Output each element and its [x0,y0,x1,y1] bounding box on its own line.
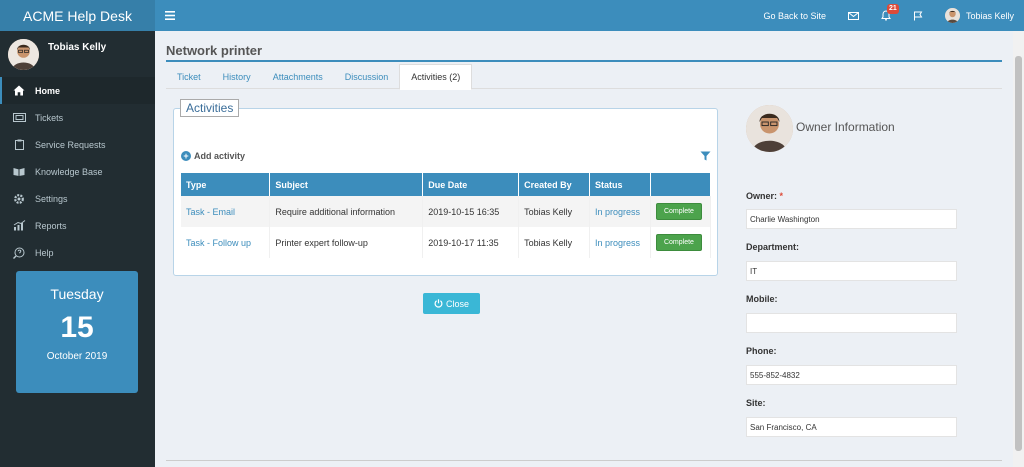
brand-logo[interactable]: ACME Help Desk [0,0,155,31]
main-content: Network printer Ticket History Attachmen… [155,31,1013,467]
scrollbar-thumb[interactable] [1015,56,1022,451]
calendar-widget: Tuesday 15 October 2019 [16,271,138,393]
column-header-type[interactable]: Type [181,173,271,196]
user-menu[interactable]: Tobias Kelly [934,0,1024,31]
sidebar-item-label: Knowledge Base [35,166,103,177]
sidebar-item-home[interactable]: Home [0,77,155,104]
phone-label: Phone: [746,346,777,356]
notifications-bell-icon[interactable]: 21 [870,0,902,31]
activity-status-link[interactable]: In progress [595,238,640,248]
filter-icon[interactable] [700,151,711,164]
footer-divider [166,460,1002,461]
site-label: Site: [746,398,766,408]
sidebar-item-label: Service Requests [35,139,106,150]
table-row: Task - Email Require additional informat… [181,196,712,227]
sidebar-item-label: Reports [35,220,67,231]
gear-icon [12,193,26,205]
add-activity-label: Add activity [194,151,246,161]
page-title: Network printer [166,43,263,58]
tab-bar: Ticket History Attachments Discussion Ac… [166,64,1002,90]
column-header-action [650,173,712,196]
owner-info-title: Owner Information [796,120,895,134]
book-icon [12,166,26,178]
clipboard-icon [12,139,26,151]
ticket-icon [12,112,26,124]
close-button-label: Close [445,298,469,309]
tab-history[interactable]: History [212,64,262,89]
required-marker: * [779,191,784,201]
mail-icon[interactable] [837,0,870,31]
column-header-due-date[interactable]: Due Date [422,173,520,196]
column-header-created-by[interactable]: Created By [518,173,591,196]
tab-attachments[interactable]: Attachments [262,64,334,89]
flag-icon[interactable] [902,0,934,31]
owner-label-text: Owner: [746,191,778,201]
department-field[interactable]: IT [746,261,957,281]
mobile-field[interactable] [746,313,957,333]
activity-created-by: Tobias Kelly [518,196,591,227]
sidebar-item-tickets[interactable]: Tickets [0,104,155,131]
owner-field[interactable]: Charlie Washington [746,209,957,229]
calendar-date-number: 15 [60,311,94,344]
mobile-label: Mobile: [746,294,778,304]
sidebar-item-label: Home [35,85,61,96]
owner-label: Owner: * [746,191,783,201]
tab-activities[interactable]: Activities (2) [399,64,473,90]
sidebar: Tobias Kelly Home Tickets Service Reques… [0,31,155,467]
complete-button[interactable]: Complete [655,203,702,220]
activity-type-link[interactable]: Task - Follow up [186,238,251,248]
user-name: Tobias Kelly [965,10,1014,21]
table-header-row: Type Subject Due Date Created By Status [181,173,712,196]
add-activity-button[interactable]: + Add activity [181,151,245,161]
sidebar-user-name: Tobias Kelly [48,42,107,53]
sidebar-item-settings[interactable]: Settings [0,185,155,212]
user-avatar [8,39,39,70]
chart-icon [12,220,26,232]
calendar-day: Tuesday [50,286,104,302]
sidebar-item-help[interactable]: Help [0,239,155,266]
column-header-status[interactable]: Status [589,173,651,196]
sidebar-item-label: Settings [35,193,68,204]
notifications-count-badge: 21 [886,4,899,14]
phone-field[interactable]: 555-852-4832 [746,365,957,385]
top-navbar: ACME Help Desk Go Back to Site 21 Tobias… [0,0,1024,31]
home-icon [12,85,26,97]
owner-avatar [746,105,793,152]
plus-circle-icon: + [181,151,191,161]
activity-due-date: 2019-10-17 11:35 [422,227,520,258]
close-button[interactable]: Close [423,293,480,314]
user-avatar-small [944,8,960,23]
complete-button[interactable]: Complete [655,234,702,251]
power-icon [434,299,443,308]
sidebar-item-reports[interactable]: Reports [0,212,155,239]
menu-toggle-icon[interactable] [165,9,175,23]
activity-subject: Printer expert follow-up [269,227,424,258]
activity-subject: Require additional information [269,196,424,227]
tab-ticket[interactable]: Ticket [166,64,212,89]
calendar-month-year: October 2019 [46,351,108,362]
department-label: Department: [746,242,800,252]
help-icon [12,247,26,259]
sidebar-item-knowledge-base[interactable]: Knowledge Base [0,158,155,185]
activity-status-link[interactable]: In progress [595,207,640,217]
tab-discussion[interactable]: Discussion [334,64,400,89]
table-row: Task - Follow up Printer expert follow-u… [181,227,712,258]
user-panel: Tobias Kelly [0,31,155,77]
activity-due-date: 2019-10-15 16:35 [422,196,520,227]
column-header-subject[interactable]: Subject [269,173,424,196]
site-field[interactable]: San Francisco, CA [746,417,957,437]
activities-panel: Activities + Add activity Type Subject D… [173,99,718,276]
activities-table: Type Subject Due Date Created By Status … [181,173,712,258]
activity-type-link[interactable]: Task - Email [186,207,235,217]
activities-legend: Activities [180,99,240,117]
title-divider [166,60,1002,62]
sidebar-item-label: Tickets [35,112,64,123]
go-back-link[interactable]: Go Back to Site [752,0,837,31]
sidebar-item-service-requests[interactable]: Service Requests [0,131,155,158]
activity-created-by: Tobias Kelly [518,227,591,258]
vertical-scrollbar[interactable] [1013,31,1024,467]
sidebar-item-label: Help [35,247,54,258]
